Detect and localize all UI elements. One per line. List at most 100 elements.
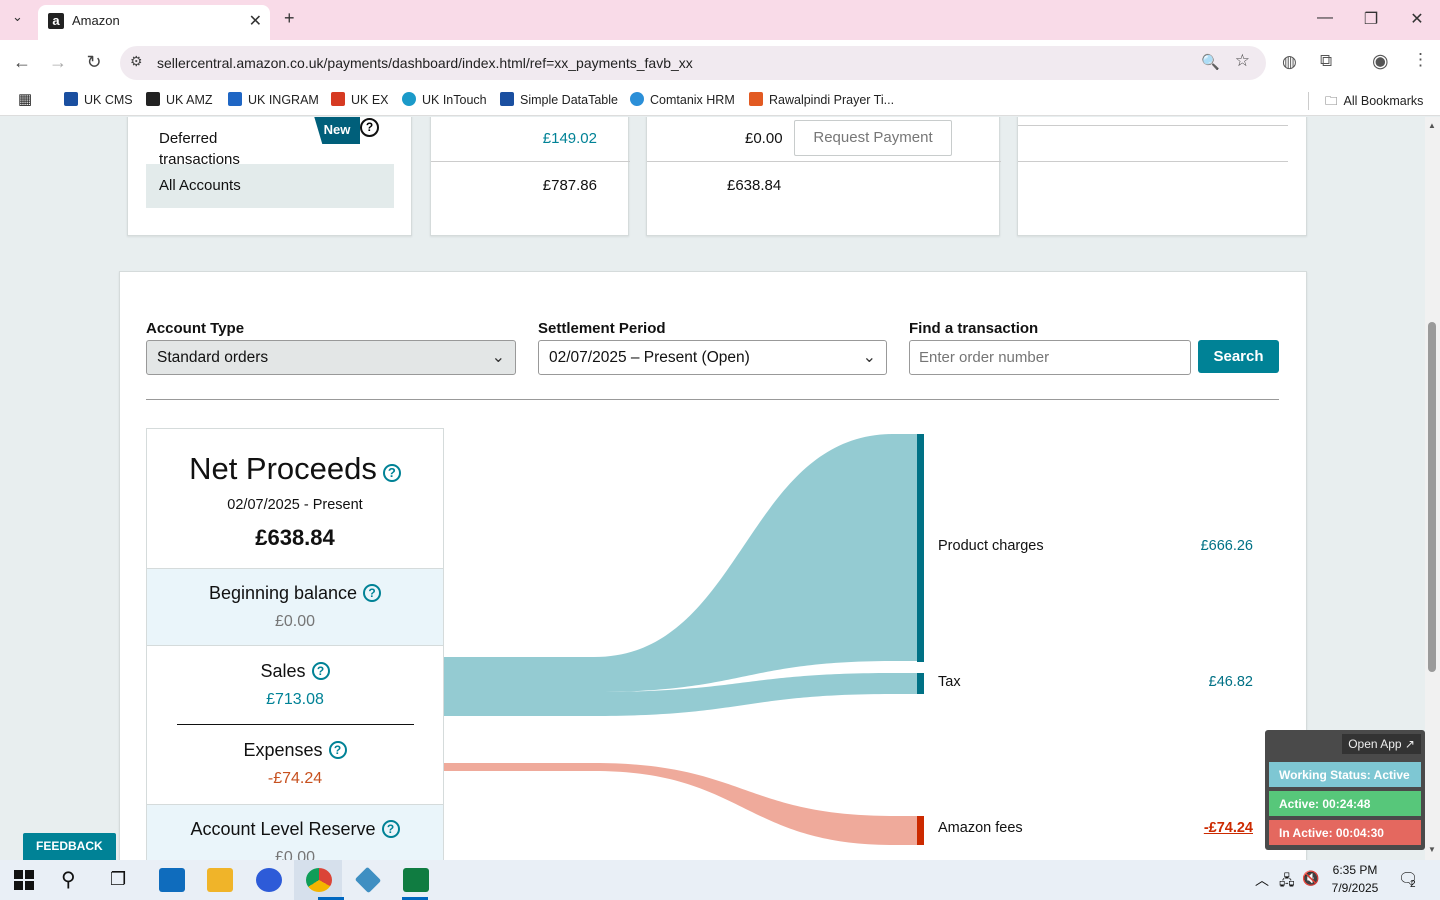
bookmark-simple-datatable[interactable]: Simple DataTable [500,92,618,107]
translate-icon[interactable]: ◍ [1282,52,1297,72]
back-icon[interactable]: ← [10,52,34,73]
bookmark-label: Comtanix HRM [650,93,735,107]
bookmark-label: UK INGRAM [248,93,319,107]
bookmark-uk-ingram[interactable]: UK INGRAM [228,92,319,107]
row-divider [1018,161,1288,162]
expenses-label-row: Expenses? [147,740,443,761]
beginning-balance-label-row: Beginning balance? [147,583,443,604]
tax-bar [917,673,924,694]
settlement-period-label: Settlement Period [538,320,666,337]
close-tab-icon[interactable]: ✕ [249,11,262,31]
bookmark-uk-intouch[interactable]: UK InTouch [402,92,487,107]
taskbar: ⚲ ❐ ︿ 🖧 🔇 6:35 PM 7/9/2025 🗨 2 [0,860,1440,900]
excel-icon[interactable] [403,868,429,892]
help-icon[interactable]: ? [311,662,330,680]
feedback-button[interactable]: FEEDBACK ✕ [23,833,116,860]
amazon-fees-link[interactable]: -£74.24 [1180,820,1253,836]
open-app-button[interactable]: Open App ↗ [1342,734,1421,754]
net-proceeds-title: Net Proceeds? [147,451,443,487]
outlook-icon[interactable] [159,868,185,892]
notification-count: 2 [1410,879,1416,890]
restore-icon[interactable]: ❐ [1356,9,1386,29]
search-button[interactable]: Search [1198,340,1279,373]
net-proceeds-period: 02/07/2025 - Present [227,497,363,513]
flow-value: £666.26 [1200,538,1253,554]
net-proceeds-title-text: Net Proceeds [189,451,377,486]
beginning-balance-section: Beginning balance? £0.00 [147,568,443,646]
expenses-value: -£74.24 [267,770,323,787]
transactions-panel: Account Type Standard orders ⌄ Settlemen… [119,271,1307,860]
extensions-icon[interactable]: ⧉ [1320,51,1332,71]
row-divider [431,161,630,162]
all-bookmarks[interactable]: 🗀 All Bookmarks [1325,92,1423,113]
scrollbar-thumb[interactable] [1428,322,1436,672]
network-icon[interactable]: 🖧 [1279,870,1295,894]
reload-icon[interactable]: ↻ [82,52,106,73]
all-accounts-value-1: £787.86 [542,177,597,194]
bookmark-favicon-icon [331,92,345,106]
bookmark-label: UK EX [351,93,389,107]
request-payment-button[interactable]: Request Payment [794,120,952,156]
help-icon[interactable]: ? [381,820,400,838]
order-number-input[interactable] [909,340,1191,375]
bookmark-uk-cms[interactable]: UK CMS [64,92,133,107]
row-divider [647,161,1001,162]
site-info-icon[interactable]: ⚙ [130,53,143,70]
zoom-icon[interactable]: 🔍 [1201,53,1220,71]
bookmark-comtanix-hrm[interactable]: Comtanix HRM [630,92,735,107]
page-scrollbar[interactable]: ▲ ▼ [1425,117,1440,860]
bookmark-uk-ex[interactable]: UK EX [331,92,389,107]
reserve-section: Account Level Reserve? £0.00 [147,804,443,860]
clock-date[interactable]: 7/9/2025 [1330,881,1380,895]
chevron-up-icon[interactable]: ︿ [1255,870,1269,890]
zoom-app-icon[interactable] [256,868,282,892]
close-window-icon[interactable]: ✕ [1402,9,1432,29]
scroll-up-icon[interactable]: ▲ [1428,121,1436,130]
deferred-help-icon[interactable]: ? [360,118,379,137]
browser-tab[interactable]: a Amazon ✕ [38,5,270,40]
bookmark-star-icon[interactable]: ☆ [1235,51,1250,71]
bookmark-favicon-icon [749,92,763,106]
search-icon[interactable]: ⚲ [61,867,76,892]
clock-time[interactable]: 6:35 PM [1330,863,1380,877]
help-icon[interactable]: ? [328,741,347,759]
bookmark-label: UK CMS [84,93,133,107]
sales-label: Sales [260,661,306,681]
chrome-icon[interactable] [306,868,332,892]
profile-icon[interactable]: ◉ [1372,50,1389,73]
active-time: Active: 00:24:48 [1269,791,1421,816]
deferred-value-2: £0.00 [745,130,783,147]
apps-icon[interactable]: ▦ [18,90,32,108]
reserve-label-row: Account Level Reserve? [147,819,443,840]
windows-start-icon[interactable] [14,870,34,890]
tab-search-icon[interactable]: ⌄ [12,9,23,25]
bookmarks-bar: ▦ UK CMS UK AMZ UK INGRAM UK EX UK InTou… [0,86,1440,116]
account-type-select[interactable]: Standard orders ⌄ [146,340,516,375]
product-charges-bar [917,434,924,662]
bookmark-label: UK InTouch [422,93,487,107]
all-bookmarks-label: All Bookmarks [1343,94,1424,108]
file-explorer-icon[interactable] [207,868,233,892]
help-icon[interactable]: ? [363,584,382,602]
proceeds-flow-chart [444,434,924,845]
scroll-down-icon[interactable]: ▼ [1428,845,1436,854]
forward-icon[interactable]: → [46,52,70,73]
bookmark-label: Simple DataTable [520,93,618,107]
settlement-period-select[interactable]: 02/07/2025 – Present (Open) ⌄ [538,340,887,375]
task-view-icon[interactable]: ❐ [110,869,126,890]
bookmark-prayer-times[interactable]: Rawalpindi Prayer Ti... [749,92,894,107]
help-icon[interactable]: ? [382,464,401,482]
new-tab-icon[interactable]: + [284,8,295,29]
minimize-icon[interactable]: — [1310,9,1340,27]
chevron-down-icon: ⌄ [862,349,876,366]
menu-icon[interactable]: ⋮ [1412,50,1429,70]
folder-icon: 🗀 [1325,94,1338,108]
expenses-label: Expenses [243,740,323,760]
app-icon[interactable] [354,866,382,894]
address-bar[interactable]: ⚙ sellercentral.amazon.co.uk/payments/da… [120,46,1266,80]
find-transaction-label: Find a transaction [909,320,1039,337]
bookmark-favicon-icon [402,92,416,106]
volume-muted-icon[interactable]: 🔇 [1302,870,1319,887]
bookmark-favicon-icon [228,92,242,106]
bookmark-uk-amz[interactable]: UK AMZ [146,92,213,107]
